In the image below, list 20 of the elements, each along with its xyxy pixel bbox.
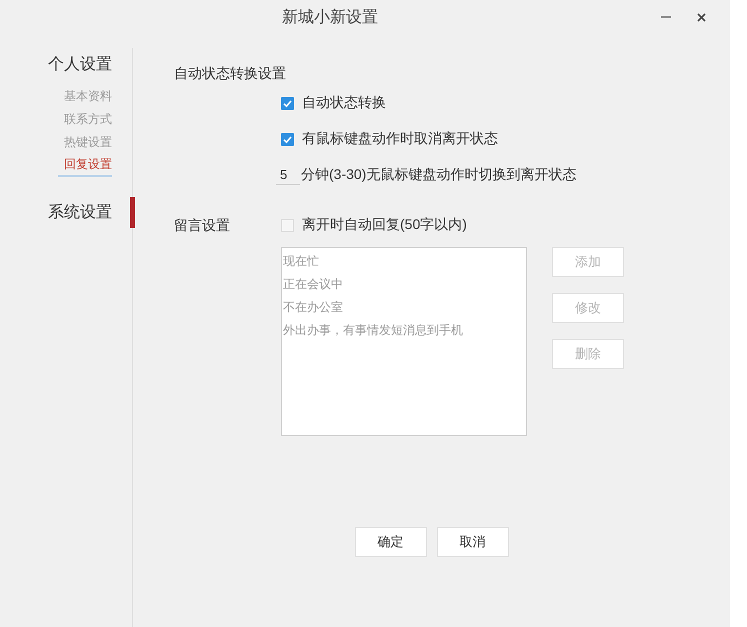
nav-item[interactable]: 回复设置 [58, 154, 112, 177]
minutes-label: 分钟(3-30)无鼠标键盘动作时切换到离开状态 [301, 166, 576, 184]
cancel-button[interactable]: 取消 [436, 527, 508, 557]
checkbox[interactable] [281, 132, 294, 146]
checkbox[interactable] [281, 96, 294, 110]
nav-section[interactable]: 系统设置 [48, 197, 112, 228]
section-heading: 留言设置 [174, 216, 231, 235]
checkbox-label: 离开时自动回复(50字以内) [302, 216, 467, 234]
nav-item[interactable]: 联系方式 [64, 108, 112, 131]
checkbox-label: 有鼠标键盘动作时取消离开状态 [302, 130, 498, 148]
minutes-field[interactable]: 5 [276, 165, 300, 185]
checkbox[interactable] [281, 218, 294, 232]
section-heading: 自动状态转换设置 [174, 64, 287, 83]
checkbox-label: 自动状态转换 [302, 94, 386, 112]
close-icon[interactable] [697, 13, 706, 22]
ok-button[interactable]: 确定 [354, 527, 426, 557]
nav-item[interactable]: 基本资料 [64, 85, 112, 108]
nav-item[interactable]: 热键设置 [64, 131, 112, 154]
nav-section[interactable]: 个人设置 [48, 48, 112, 80]
window-title: 新城小新设置 [282, 8, 378, 28]
